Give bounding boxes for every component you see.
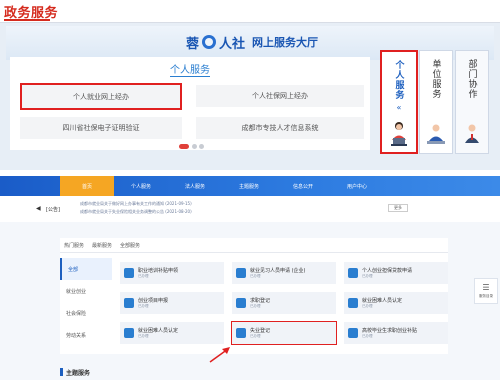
carousel-dot-active[interactable] bbox=[179, 144, 189, 149]
service-grid: 职业培训补贴申领 已办理 就业见习人员申请 (企业) 已办理 个人创业担保贷款申请已… bbox=[120, 262, 448, 345]
service-title: 就业困难人员认定 bbox=[362, 298, 403, 304]
nav-user-center[interactable]: 用户中心 bbox=[330, 176, 384, 196]
logo-text: 人社 bbox=[219, 36, 246, 52]
menu-icon: ☰ bbox=[482, 282, 490, 292]
service-card[interactable]: 职业培训补贴申领 已办理 bbox=[120, 262, 224, 284]
service-title: 就业见习人员申请 (企业) bbox=[250, 268, 306, 274]
logo-char: 蓉 bbox=[186, 36, 200, 52]
tab-unit-service[interactable]: 单位服务 bbox=[419, 50, 453, 154]
service-card[interactable]: 求职登记 已办理 bbox=[232, 292, 336, 314]
social-security-online-button[interactable]: 个人社保网上经办 bbox=[196, 85, 364, 107]
service-card[interactable]: 个人创业担保贷款申请 已办理 bbox=[344, 262, 448, 284]
service-icon bbox=[348, 298, 358, 308]
service-sub: 已办理 bbox=[250, 274, 261, 278]
heading-underline bbox=[170, 76, 210, 77]
nav-legal[interactable]: 法人服务 bbox=[168, 176, 222, 196]
section-marker bbox=[60, 368, 63, 376]
person-desk-icon bbox=[427, 124, 445, 144]
carousel-dot[interactable] bbox=[192, 144, 197, 149]
service-sub: 已办理 bbox=[138, 304, 149, 308]
service-tabs: 热门服务 最新服务 全部服务 bbox=[64, 242, 140, 249]
service-sub: 已办理 bbox=[250, 334, 261, 338]
title-underline bbox=[4, 19, 50, 21]
logo-e-icon bbox=[202, 35, 217, 49]
menu-item-insurance[interactable]: 社会保险 bbox=[60, 302, 112, 324]
tab-personal-service[interactable]: 个人服务 « bbox=[380, 50, 418, 154]
speaker-icon: ◀ bbox=[36, 205, 41, 212]
category-menu: 全部 就业创业 社会保险 劳动关系 bbox=[60, 258, 112, 346]
service-catalog-button[interactable]: ☰ 服务目录 bbox=[474, 278, 498, 304]
certificate-verify-button[interactable]: 四川省社保电子证明验证 bbox=[20, 117, 182, 139]
tab-hot[interactable]: 热门服务 bbox=[64, 242, 84, 249]
nav-personal[interactable]: 个人服务 bbox=[114, 176, 168, 196]
menu-item-all[interactable]: 全部 bbox=[60, 258, 112, 280]
service-card[interactable]: 创业项目申报 已办理 bbox=[120, 292, 224, 314]
section-title: 主题服务 bbox=[66, 370, 91, 377]
portal-title: 网上服务大厅 bbox=[252, 36, 319, 49]
service-sub: 已办理 bbox=[250, 304, 261, 308]
service-title: 创业项目申报 bbox=[138, 298, 169, 304]
service-sub: 已办理 bbox=[138, 274, 149, 278]
service-card[interactable]: 就业困难人员认定 已办理 bbox=[344, 292, 448, 314]
service-sub: 已办理 bbox=[138, 334, 149, 338]
tab-latest[interactable]: 最新服务 bbox=[92, 242, 112, 249]
double-chevron-left-icon: « bbox=[396, 103, 402, 112]
service-title: 求职登记 bbox=[250, 298, 271, 304]
portal-logo: 蓉 人社 网上服务大厅 bbox=[186, 33, 319, 52]
notice-link[interactable]: 成都市就业局关于失业保险相关业务调整的公告 (2021-08-20) bbox=[80, 209, 192, 215]
unemployment-registration-card[interactable]: 失业登记 已办理 bbox=[231, 321, 337, 345]
pointer-arrow-icon bbox=[209, 347, 230, 363]
service-card[interactable]: 就业困难人员认定 已办理 bbox=[120, 322, 224, 344]
more-button[interactable]: 更多 bbox=[388, 204, 408, 212]
service-title: 高校毕业生求职创业补贴 bbox=[362, 328, 418, 334]
service-sub: 已办理 bbox=[362, 274, 373, 278]
carousel-dot[interactable] bbox=[199, 144, 204, 149]
float-label: 服务目录 bbox=[479, 293, 493, 298]
talent-system-button[interactable]: 成都市专技人才信息系统 bbox=[196, 117, 364, 139]
service-icon bbox=[124, 328, 134, 338]
service-icon bbox=[348, 328, 358, 338]
service-title: 失业登记 bbox=[250, 328, 271, 334]
service-sub: 已办理 bbox=[362, 334, 373, 338]
tab-all[interactable]: 全部服务 bbox=[120, 242, 140, 249]
announcement-label: [公告] bbox=[46, 207, 60, 213]
tab-dept-collab[interactable]: 部门协作 bbox=[455, 50, 489, 154]
service-card[interactable]: 就业见习人员申请 (企业) 已办理 bbox=[232, 262, 336, 284]
service-title: 个人创业担保贷款申请 bbox=[362, 268, 413, 274]
notice-link[interactable]: 成都市就业局关于做好网上办事有关工作的通知 (2021-09-15) bbox=[80, 201, 192, 207]
service-icon bbox=[236, 328, 246, 338]
main-nav: 首页 个人服务 法人服务 主题服务 信息公开 用户中心 bbox=[60, 176, 384, 196]
tab-label: 个人服务 bbox=[393, 60, 404, 100]
services-heading: 个人服务 bbox=[170, 65, 210, 76]
service-sub: 已办理 bbox=[362, 304, 373, 308]
service-icon bbox=[236, 298, 246, 308]
employment-online-button[interactable]: 个人就业网上经办 bbox=[20, 83, 182, 110]
nav-info[interactable]: 信息公开 bbox=[276, 176, 330, 196]
tab-label: 部门协作 bbox=[466, 59, 477, 99]
tab-label: 单位服务 bbox=[430, 59, 441, 99]
service-icon bbox=[348, 268, 358, 278]
nav-theme[interactable]: 主题服务 bbox=[222, 176, 276, 196]
menu-item-employment[interactable]: 就业创业 bbox=[60, 280, 112, 302]
service-icon bbox=[124, 298, 134, 308]
service-icon bbox=[124, 268, 134, 278]
service-card[interactable]: 高校毕业生求职创业补贴 已办理 bbox=[344, 322, 448, 344]
service-icon bbox=[236, 268, 246, 278]
service-title: 职业培训补贴申领 bbox=[138, 268, 179, 274]
service-title: 就业困难人员认定 bbox=[138, 328, 179, 334]
divider bbox=[60, 252, 448, 253]
nav-home[interactable]: 首页 bbox=[60, 176, 114, 196]
person-laptop-icon bbox=[391, 122, 407, 146]
menu-item-labor[interactable]: 劳动关系 bbox=[60, 324, 112, 346]
person-suit-icon bbox=[465, 124, 479, 143]
